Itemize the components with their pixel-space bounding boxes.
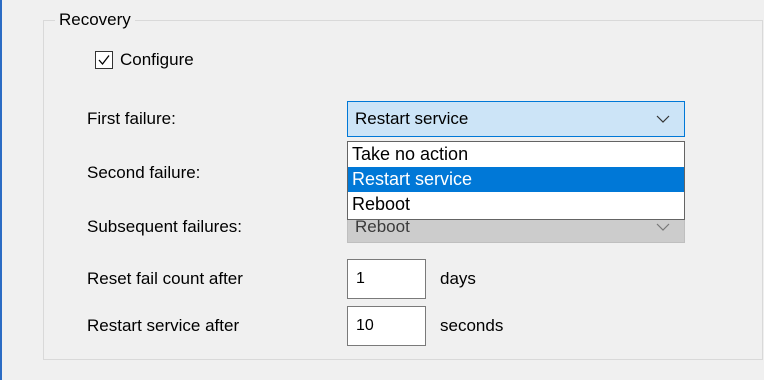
chevron-down-icon bbox=[656, 223, 670, 231]
first-failure-label: First failure: bbox=[87, 109, 176, 128]
second-failure-label: Second failure: bbox=[87, 163, 201, 182]
reset-fail-count-unit: days bbox=[440, 269, 476, 288]
window-left-edge bbox=[0, 0, 2, 380]
first-failure-dropdown-list: Take no action Restart service Reboot bbox=[347, 141, 685, 220]
reset-fail-count-input[interactable]: 1 bbox=[347, 259, 426, 299]
dropdown-option-restart-service[interactable]: Restart service bbox=[348, 167, 684, 192]
subsequent-failures-value: Reboot bbox=[355, 217, 410, 236]
restart-service-label: Restart service after bbox=[87, 316, 240, 335]
configure-label: Configure bbox=[120, 50, 194, 69]
recovery-group-title: Recovery bbox=[55, 10, 135, 30]
configure-checkbox-row[interactable]: Configure bbox=[95, 48, 194, 72]
restart-service-input[interactable]: 10 bbox=[347, 306, 426, 346]
dropdown-option-reboot[interactable]: Reboot bbox=[348, 192, 684, 217]
configure-checkbox[interactable] bbox=[95, 51, 113, 69]
chevron-down-icon bbox=[656, 115, 670, 123]
dropdown-option-take-no-action[interactable]: Take no action bbox=[348, 142, 684, 167]
restart-service-unit: seconds bbox=[440, 316, 504, 335]
first-failure-value: Restart service bbox=[355, 109, 469, 128]
checkmark-icon bbox=[98, 55, 110, 66]
reset-fail-count-label: Reset fail count after bbox=[87, 269, 243, 288]
first-failure-select[interactable]: Restart service bbox=[347, 101, 685, 137]
subsequent-failures-label: Subsequent failures: bbox=[87, 217, 242, 236]
